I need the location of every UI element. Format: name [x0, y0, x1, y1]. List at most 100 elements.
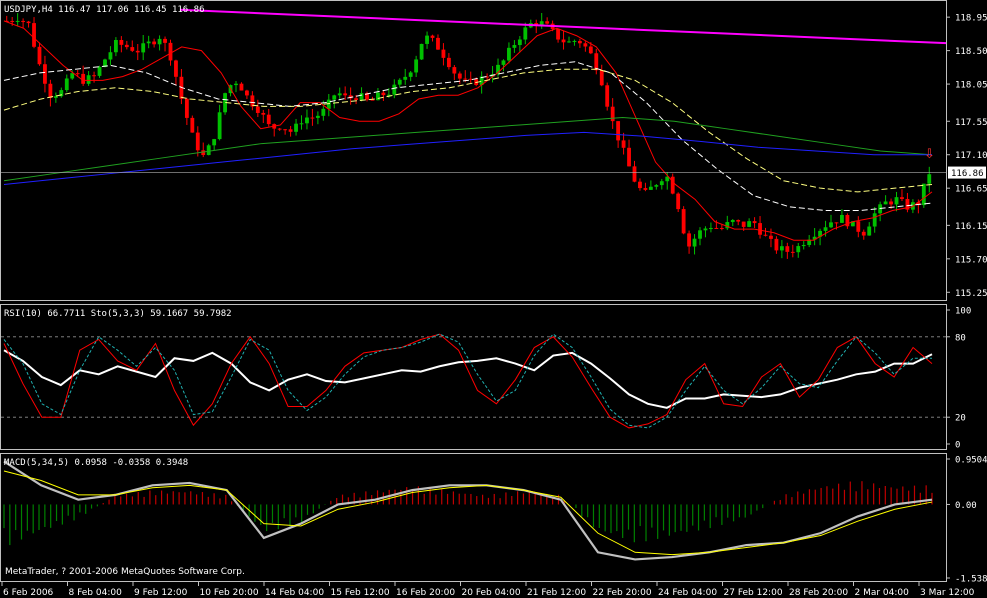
candle-body [190, 117, 195, 133]
candle-body [457, 73, 462, 79]
candle-body [343, 93, 348, 96]
price-tick-label: 118.50 [955, 47, 987, 57]
candle-body [184, 98, 189, 118]
candle-body [785, 246, 790, 252]
candle-body [840, 214, 844, 223]
candle-body [779, 246, 784, 251]
macd-tick-label: 0.00 [955, 501, 977, 511]
candle-body [206, 145, 211, 156]
price-tick-label: 115.70 [955, 255, 987, 265]
candle-body [255, 106, 260, 113]
candle-body [326, 99, 331, 109]
candle-body [299, 123, 304, 125]
candle-body [283, 129, 288, 131]
price-tick-label: 117.10 [955, 151, 987, 161]
time-tick-label: 22 Feb 20:00 [593, 588, 652, 598]
candle-body [119, 39, 124, 45]
candle-body [709, 227, 713, 229]
candle-body [752, 221, 757, 224]
candle-body [53, 96, 58, 98]
candle-body [321, 108, 326, 116]
candle-body [681, 209, 686, 234]
candle-body [501, 60, 506, 65]
candle-body [507, 47, 511, 61]
candle-body [97, 66, 102, 76]
candle-body [217, 112, 222, 140]
candle-body [747, 221, 752, 227]
candle-body [419, 43, 424, 60]
candle-body [927, 174, 932, 184]
candle-body [337, 93, 342, 96]
candle-body [643, 188, 648, 190]
candle-body [21, 20, 26, 22]
rsi-tick-label: 20 [955, 414, 966, 424]
candle-body [627, 147, 631, 167]
candle-body [894, 197, 899, 205]
copyright-text: MetaTrader, ? 2001-2006 MetaQuotes Softw… [5, 567, 245, 577]
candle-body [239, 83, 244, 91]
candle-body [414, 59, 419, 73]
candle-body [654, 185, 659, 187]
candle-body [64, 78, 69, 91]
candle-body [310, 117, 315, 119]
candle-body [48, 83, 53, 98]
candle-body [648, 186, 653, 190]
time-tick-label: 24 Feb 04:00 [658, 588, 717, 598]
candle-body [195, 132, 200, 151]
candle-body [168, 42, 173, 61]
rsi-tick-label: 0 [955, 441, 960, 451]
candle-body [381, 92, 386, 96]
candle-body [741, 221, 746, 227]
metatrader-chart[interactable]: 118.95 118.50 118.05 117.55 117.10 116.86 116.… [0, 0, 987, 598]
candle-body [594, 53, 599, 71]
candle-body [556, 28, 560, 40]
candle-body [714, 227, 719, 229]
candle-body [43, 64, 47, 84]
candle-body [397, 79, 402, 85]
candle-body [10, 20, 15, 22]
signal-arrow-icon[interactable]: ⇩ [924, 147, 935, 162]
candle-body [889, 201, 893, 205]
candle-body [900, 197, 904, 199]
price-tick-label: 118.05 [955, 81, 987, 91]
candle-body [736, 220, 741, 222]
price-tick-label: 118.95 [955, 14, 987, 24]
candle-body [75, 73, 80, 75]
candle-body [403, 76, 408, 80]
candle-body [588, 46, 593, 54]
candle-body [730, 220, 735, 223]
candle-body [774, 238, 779, 251]
candle-body [86, 75, 91, 84]
price-tick-label: 116.15 [955, 222, 987, 232]
candle-body [763, 234, 768, 236]
candle-body [430, 35, 435, 38]
time-tick-label: 27 Feb 12:00 [724, 588, 783, 598]
candle-body [26, 21, 31, 24]
candle-body [610, 106, 615, 122]
candle-body [305, 117, 309, 124]
candle-body [288, 129, 293, 132]
rsi-tick-label: 100 [955, 307, 971, 317]
price-tick-label: 117.55 [955, 118, 987, 128]
candle-body [37, 46, 42, 65]
macd-tick-label: -1.5381 [955, 575, 987, 585]
candle-body [861, 231, 866, 236]
candle-body [659, 181, 664, 186]
candle-body [796, 246, 801, 253]
time-tick-label: 20 Feb 04:00 [462, 588, 521, 598]
candle-body [687, 233, 691, 247]
candle-body [436, 37, 440, 50]
candle-body [92, 75, 96, 77]
candle-body [359, 93, 364, 100]
candle-body [719, 227, 724, 229]
rsi-tick-label: 80 [955, 333, 966, 343]
time-tick-label: 2 Mar 04:00 [855, 588, 910, 598]
candle-body [599, 70, 604, 86]
symbol-header: USDJPY,H4 116.47 117.06 116.45 116.86 [4, 5, 204, 15]
candle-body [266, 114, 271, 125]
candle-body [124, 44, 129, 48]
candle-body [769, 235, 773, 239]
price-tick-label: 115.25 [955, 289, 987, 299]
candle-body [829, 222, 833, 228]
current-price-label: 116.86 [951, 169, 984, 179]
